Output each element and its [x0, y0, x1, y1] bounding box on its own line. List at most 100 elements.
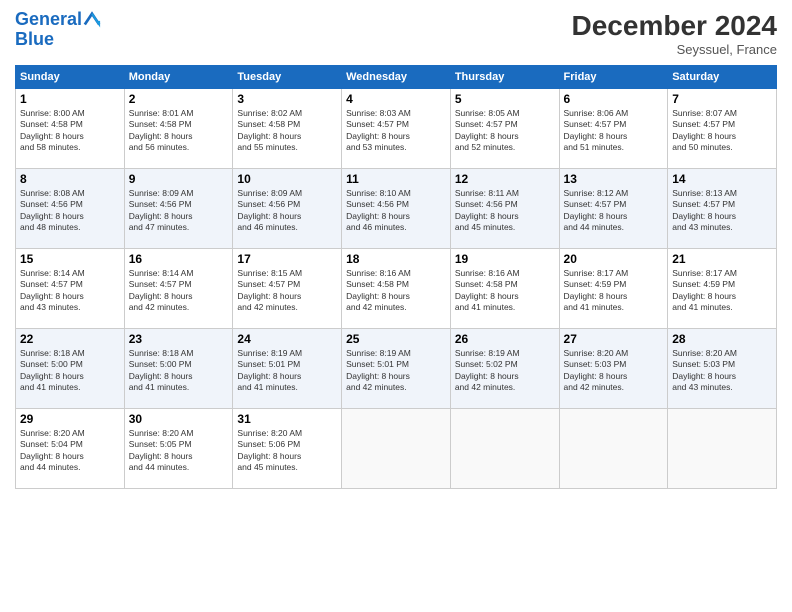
calendar-cell: 5 Sunrise: 8:05 AM Sunset: 4:57 PM Daylig… — [450, 89, 559, 169]
col-monday: Monday — [124, 66, 233, 89]
calendar-cell: 28Sunrise: 8:20 AM Sunset: 5:03 PM Dayli… — [668, 329, 777, 409]
day-info: Sunrise: 8:01 AM Sunset: 4:58 PM Dayligh… — [129, 108, 229, 154]
calendar-cell: 10 Sunrise: 8:09 AM Sunset: 4:56 PM Dayli… — [233, 169, 342, 249]
day-info: Sunrise: 8:03 AM Sunset: 4:57 PM Dayligh… — [346, 108, 446, 154]
logo: General Blue — [15, 10, 101, 50]
day-info: Sunrise: 8:05 AM Sunset: 4:57 PM Dayligh… — [455, 108, 555, 154]
calendar-table: Sunday Monday Tuesday Wednesday Thursday… — [15, 65, 777, 489]
calendar-cell: 8Sunrise: 8:08 AM Sunset: 4:56 PM Daylig… — [16, 169, 125, 249]
calendar-cell: 13 Sunrise: 8:12 AM Sunset: 4:57 PM Dayli… — [559, 169, 668, 249]
calendar-cell: 27 Sunrise: 8:20 AM Sunset: 5:03 PM Dayli… — [559, 329, 668, 409]
day-number: 25 — [346, 332, 446, 346]
page-container: General Blue December 2024 Seyssuel, Fra… — [0, 0, 792, 499]
day-info: Sunrise: 8:20 AM Sunset: 5:06 PM Dayligh… — [237, 428, 337, 474]
calendar-cell: 4Sunrise: 8:03 AM Sunset: 4:57 PM Daylig… — [342, 89, 451, 169]
day-number: 12 — [455, 172, 555, 186]
calendar-cell: 9Sunrise: 8:09 AM Sunset: 4:56 PM Daylig… — [124, 169, 233, 249]
day-number: 24 — [237, 332, 337, 346]
location: Seyssuel, France — [572, 42, 777, 57]
logo-icon — [83, 11, 101, 29]
calendar-cell: 22Sunrise: 8:18 AM Sunset: 5:00 PM Dayli… — [16, 329, 125, 409]
calendar-cell: 7 Sunrise: 8:07 AM Sunset: 4:57 PM Daylig… — [668, 89, 777, 169]
day-info: Sunrise: 8:19 AM Sunset: 5:02 PM Dayligh… — [455, 348, 555, 394]
day-number: 29 — [20, 412, 120, 426]
title-block: December 2024 Seyssuel, France — [572, 10, 777, 57]
day-info: Sunrise: 8:19 AM Sunset: 5:01 PM Dayligh… — [346, 348, 446, 394]
day-info: Sunrise: 8:15 AM Sunset: 4:57 PM Dayligh… — [237, 268, 337, 314]
month-title: December 2024 — [572, 10, 777, 42]
day-info: Sunrise: 8:20 AM Sunset: 5:05 PM Dayligh… — [129, 428, 229, 474]
day-info: Sunrise: 8:20 AM Sunset: 5:04 PM Dayligh… — [20, 428, 120, 474]
day-info: Sunrise: 8:09 AM Sunset: 4:56 PM Dayligh… — [237, 188, 337, 234]
day-info: Sunrise: 8:17 AM Sunset: 4:59 PM Dayligh… — [564, 268, 664, 314]
col-wednesday: Wednesday — [342, 66, 451, 89]
calendar-cell: 15 Sunrise: 8:14 AM Sunset: 4:57 PM Dayli… — [16, 249, 125, 329]
day-number: 23 — [129, 332, 229, 346]
calendar-cell: 1 Sunrise: 8:00 AM Sunset: 4:58 PM Daylig… — [16, 89, 125, 169]
logo-text-blue: Blue — [15, 30, 101, 50]
calendar-cell: 6Sunrise: 8:06 AM Sunset: 4:57 PM Daylig… — [559, 89, 668, 169]
calendar-cell — [559, 409, 668, 489]
calendar-cell: 11Sunrise: 8:10 AM Sunset: 4:56 PM Dayli… — [342, 169, 451, 249]
day-number: 8 — [20, 172, 120, 186]
calendar-cell: 23Sunrise: 8:18 AM Sunset: 5:00 PM Dayli… — [124, 329, 233, 409]
day-number: 19 — [455, 252, 555, 266]
calendar-cell: 31 Sunrise: 8:20 AM Sunset: 5:06 PM Dayli… — [233, 409, 342, 489]
day-number: 31 — [237, 412, 337, 426]
calendar-week-row: 15 Sunrise: 8:14 AM Sunset: 4:57 PM Dayli… — [16, 249, 777, 329]
day-info: Sunrise: 8:20 AM Sunset: 5:03 PM Dayligh… — [564, 348, 664, 394]
calendar-header-row: Sunday Monday Tuesday Wednesday Thursday… — [16, 66, 777, 89]
day-number: 11 — [346, 172, 446, 186]
day-number: 18 — [346, 252, 446, 266]
day-number: 22 — [20, 332, 120, 346]
calendar-week-row: 8Sunrise: 8:08 AM Sunset: 4:56 PM Daylig… — [16, 169, 777, 249]
day-number: 13 — [564, 172, 664, 186]
calendar-body: 1 Sunrise: 8:00 AM Sunset: 4:58 PM Daylig… — [16, 89, 777, 489]
calendar-week-row: 1 Sunrise: 8:00 AM Sunset: 4:58 PM Daylig… — [16, 89, 777, 169]
calendar-cell — [342, 409, 451, 489]
day-number: 10 — [237, 172, 337, 186]
day-number: 17 — [237, 252, 337, 266]
day-number: 9 — [129, 172, 229, 186]
day-info: Sunrise: 8:14 AM Sunset: 4:57 PM Dayligh… — [20, 268, 120, 314]
day-info: Sunrise: 8:14 AM Sunset: 4:57 PM Dayligh… — [129, 268, 229, 314]
day-info: Sunrise: 8:06 AM Sunset: 4:57 PM Dayligh… — [564, 108, 664, 154]
day-number: 1 — [20, 92, 120, 106]
day-info: Sunrise: 8:07 AM Sunset: 4:57 PM Dayligh… — [672, 108, 772, 154]
day-info: Sunrise: 8:13 AM Sunset: 4:57 PM Dayligh… — [672, 188, 772, 234]
day-number: 15 — [20, 252, 120, 266]
calendar-cell: 18 Sunrise: 8:16 AM Sunset: 4:58 PM Dayli… — [342, 249, 451, 329]
day-number: 16 — [129, 252, 229, 266]
calendar-cell: 19Sunrise: 8:16 AM Sunset: 4:58 PM Dayli… — [450, 249, 559, 329]
calendar-cell: 14 Sunrise: 8:13 AM Sunset: 4:57 PM Dayli… — [668, 169, 777, 249]
col-tuesday: Tuesday — [233, 66, 342, 89]
day-info: Sunrise: 8:17 AM Sunset: 4:59 PM Dayligh… — [672, 268, 772, 314]
day-number: 14 — [672, 172, 772, 186]
day-info: Sunrise: 8:00 AM Sunset: 4:58 PM Dayligh… — [20, 108, 120, 154]
day-number: 2 — [129, 92, 229, 106]
calendar-cell: 24 Sunrise: 8:19 AM Sunset: 5:01 PM Dayli… — [233, 329, 342, 409]
calendar-cell: 26 Sunrise: 8:19 AM Sunset: 5:02 PM Dayli… — [450, 329, 559, 409]
col-thursday: Thursday — [450, 66, 559, 89]
day-number: 3 — [237, 92, 337, 106]
col-sunday: Sunday — [16, 66, 125, 89]
calendar-cell: 25 Sunrise: 8:19 AM Sunset: 5:01 PM Dayli… — [342, 329, 451, 409]
col-saturday: Saturday — [668, 66, 777, 89]
day-number: 26 — [455, 332, 555, 346]
day-number: 7 — [672, 92, 772, 106]
calendar-week-row: 22Sunrise: 8:18 AM Sunset: 5:00 PM Dayli… — [16, 329, 777, 409]
day-number: 27 — [564, 332, 664, 346]
day-info: Sunrise: 8:20 AM Sunset: 5:03 PM Dayligh… — [672, 348, 772, 394]
day-number: 20 — [564, 252, 664, 266]
day-info: Sunrise: 8:16 AM Sunset: 4:58 PM Dayligh… — [346, 268, 446, 314]
day-number: 5 — [455, 92, 555, 106]
calendar-cell: 12 Sunrise: 8:11 AM Sunset: 4:56 PM Dayli… — [450, 169, 559, 249]
day-info: Sunrise: 8:11 AM Sunset: 4:56 PM Dayligh… — [455, 188, 555, 234]
day-number: 30 — [129, 412, 229, 426]
calendar-cell: 3Sunrise: 8:02 AM Sunset: 4:58 PM Daylig… — [233, 89, 342, 169]
day-info: Sunrise: 8:19 AM Sunset: 5:01 PM Dayligh… — [237, 348, 337, 394]
calendar-cell: 20 Sunrise: 8:17 AM Sunset: 4:59 PM Dayli… — [559, 249, 668, 329]
page-header: General Blue December 2024 Seyssuel, Fra… — [15, 10, 777, 57]
day-info: Sunrise: 8:12 AM Sunset: 4:57 PM Dayligh… — [564, 188, 664, 234]
day-number: 21 — [672, 252, 772, 266]
